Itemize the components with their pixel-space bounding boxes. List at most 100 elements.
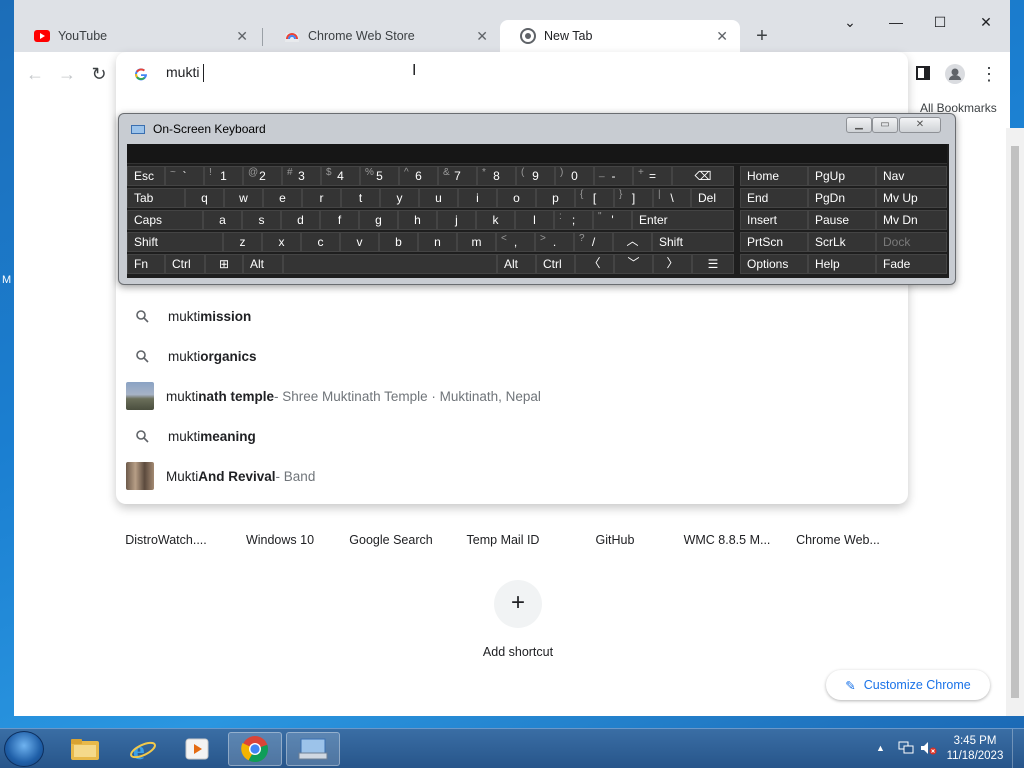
key-1[interactable]: ! 1: [204, 166, 243, 186]
osk-maximize-button[interactable]: ▭: [872, 117, 898, 133]
key-f[interactable]: f: [320, 210, 359, 230]
key-u[interactable]: u: [419, 188, 458, 208]
suggestion-row[interactable]: mukti organics: [116, 336, 908, 376]
back-button[interactable]: ←: [24, 64, 46, 85]
tab-youtube[interactable]: YouTube ✕: [14, 20, 260, 52]
key-context-menu[interactable]: ☰: [692, 254, 734, 274]
key-z[interactable]: z: [223, 232, 262, 252]
key-k[interactable]: k: [476, 210, 515, 230]
key-q[interactable]: q: [185, 188, 224, 208]
key-e[interactable]: e: [263, 188, 302, 208]
key-help[interactable]: Help: [808, 254, 876, 274]
shortcut-tile[interactable]: Windows 10: [224, 533, 336, 547]
add-shortcut-button[interactable]: +: [494, 580, 542, 628]
key-y[interactable]: y: [380, 188, 419, 208]
key-d[interactable]: d: [281, 210, 320, 230]
start-button[interactable]: [4, 731, 44, 767]
key-g[interactable]: g: [359, 210, 398, 230]
close-tab-icon[interactable]: ✕: [476, 28, 488, 45]
key-scrlk[interactable]: ScrLk: [808, 232, 876, 252]
key-m[interactable]: m: [457, 232, 496, 252]
key-pgup[interactable]: PgUp: [808, 166, 876, 186]
key-quote[interactable]: " ': [593, 210, 632, 230]
key-space[interactable]: [283, 254, 497, 274]
key-9[interactable]: (9: [516, 166, 555, 186]
key-up-arrow[interactable]: ︿: [613, 232, 652, 252]
osk-close-button[interactable]: ✕: [899, 117, 941, 133]
shortcut-tile[interactable]: Google Search: [335, 533, 447, 547]
key-tab[interactable]: Tab: [127, 188, 185, 208]
forward-button[interactable]: →: [56, 64, 78, 85]
key-enter[interactable]: Enter: [632, 210, 734, 230]
key-insert[interactable]: Insert: [740, 210, 808, 230]
key-8[interactable]: * 8: [477, 166, 516, 186]
key-4[interactable]: $4: [321, 166, 360, 186]
key-period[interactable]: >.: [535, 232, 574, 252]
key-b[interactable]: b: [379, 232, 418, 252]
key-i[interactable]: i: [458, 188, 497, 208]
key-shift-left[interactable]: Shift: [127, 232, 223, 252]
key-fn[interactable]: Fn: [127, 254, 165, 274]
key-fade[interactable]: Fade: [876, 254, 947, 274]
maximize-button[interactable]: ☐: [930, 14, 950, 31]
key-x[interactable]: x: [262, 232, 301, 252]
key-alt-left[interactable]: Alt: [243, 254, 283, 274]
shortcut-tile[interactable]: Temp Mail ID: [447, 533, 559, 547]
key-esc[interactable]: Esc: [127, 166, 165, 186]
suggestion-row[interactable]: mukti meaning: [116, 416, 908, 456]
key-equals[interactable]: + =: [633, 166, 672, 186]
minimize-button[interactable]: —: [886, 14, 906, 30]
profile-avatar-icon[interactable]: [944, 64, 966, 89]
address-bar-input[interactable]: [166, 64, 406, 80]
suggestion-row[interactable]: mukti mission: [116, 296, 908, 336]
key-c[interactable]: c: [301, 232, 340, 252]
key-end[interactable]: End: [740, 188, 808, 208]
key-o[interactable]: o: [497, 188, 536, 208]
key-home[interactable]: Home: [740, 166, 808, 186]
key-right-arrow[interactable]: 〉: [653, 254, 692, 274]
shortcut-tile[interactable]: Chrome Web...: [782, 533, 894, 547]
suggestion-row[interactable]: mukti nath temple - Shree Muktinath Templ…: [116, 376, 908, 416]
taskbar-chrome[interactable]: [228, 732, 282, 766]
key-del[interactable]: Del: [691, 188, 734, 208]
clock[interactable]: 3:45 PM 11/18/2023: [942, 734, 1008, 764]
key-s[interactable]: s: [242, 210, 281, 230]
key-t[interactable]: t: [341, 188, 380, 208]
tab-search-chevron-icon[interactable]: ⌄: [840, 14, 860, 31]
key-tilde[interactable]: ~ `: [165, 166, 204, 186]
key-l[interactable]: l: [515, 210, 554, 230]
key-open-bracket[interactable]: {[: [575, 188, 614, 208]
new-tab-button[interactable]: +: [752, 25, 772, 48]
show-hidden-icons-icon[interactable]: ▲: [876, 743, 885, 753]
key-a[interactable]: a: [203, 210, 242, 230]
key-5[interactable]: % 5: [360, 166, 399, 186]
taskbar-media-player[interactable]: [170, 732, 224, 766]
key-left-arrow[interactable]: 〈: [575, 254, 614, 274]
key-windows[interactable]: ⊞: [205, 254, 243, 274]
close-tab-icon[interactable]: ✕: [716, 28, 728, 45]
key-w[interactable]: w: [224, 188, 263, 208]
key-backslash[interactable]: | \: [653, 188, 691, 208]
key-prtscn[interactable]: PrtScn: [740, 232, 808, 252]
network-icon[interactable]: [898, 741, 914, 758]
close-window-button[interactable]: ✕: [976, 14, 996, 31]
key-down-arrow[interactable]: ﹀: [614, 254, 653, 274]
key-ctrl-right[interactable]: Ctrl: [536, 254, 575, 274]
key-nav[interactable]: Nav: [876, 166, 947, 186]
key-p[interactable]: p: [536, 188, 575, 208]
key-slash[interactable]: ? /: [574, 232, 613, 252]
key-backspace[interactable]: ⌫: [672, 166, 734, 186]
menu-kebab-icon[interactable]: ⋮: [978, 64, 1000, 85]
shortcut-tile[interactable]: GitHub: [559, 533, 671, 547]
tab-new-tab[interactable]: New Tab ✕: [500, 20, 740, 52]
key-7[interactable]: & 7: [438, 166, 477, 186]
key-comma[interactable]: <,: [496, 232, 535, 252]
key-shift-right[interactable]: Shift: [652, 232, 734, 252]
shortcut-tile[interactable]: WMC 8.8.5 M...: [671, 533, 783, 547]
show-desktop-button[interactable]: [1012, 729, 1024, 768]
customize-chrome-button[interactable]: ✎ Customize Chrome: [826, 670, 990, 700]
reload-button[interactable]: ↻: [88, 64, 110, 85]
key-n[interactable]: n: [418, 232, 457, 252]
key-2[interactable]: @2: [243, 166, 282, 186]
key-r[interactable]: r: [302, 188, 341, 208]
